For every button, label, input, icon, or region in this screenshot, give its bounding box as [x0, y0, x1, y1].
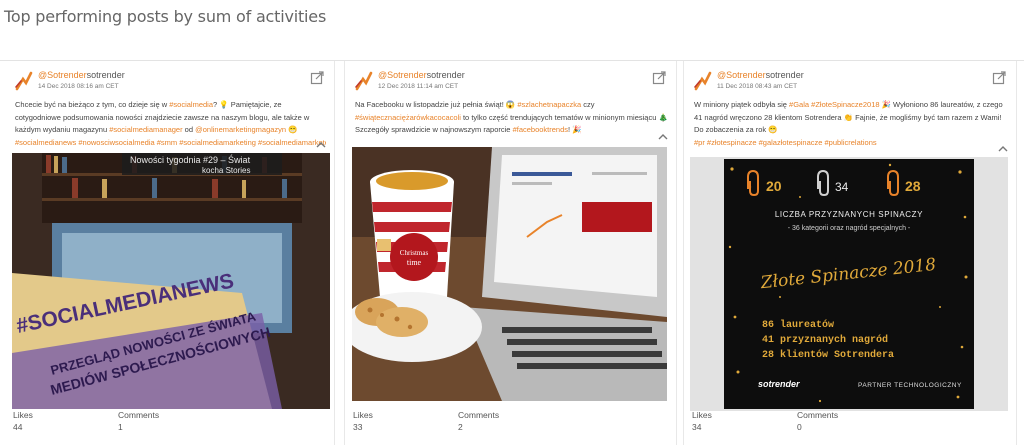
- post-text-part: Chcecie być na bieżąco z tym, co dzieje …: [15, 100, 170, 109]
- post-card: @Sotrendersotrender 11 Dec 2018 08:43 am…: [683, 61, 1017, 445]
- chevron-up-icon[interactable]: [998, 145, 1008, 153]
- comments-label: Comments: [797, 410, 839, 420]
- hashtags-line[interactable]: #socialmedianews #nowosciwsocialmedia #s…: [15, 137, 326, 150]
- post-header: @Sotrendersotrender 11 Dec 2018 08:43 am…: [692, 69, 1008, 95]
- likes-label: Likes: [353, 410, 373, 420]
- post-date: 11 Dec 2018 08:43 am CET: [717, 83, 798, 90]
- post-text: Chcecie być na bieżąco z tym, co dzieje …: [15, 99, 326, 149]
- image-number: 28: [905, 178, 921, 194]
- post-text-part: ! 🎉: [568, 125, 582, 134]
- page-title: Top performing posts by sum of activitie…: [4, 7, 327, 26]
- chevron-up-icon[interactable]: [316, 141, 326, 149]
- post-header: @Sotrendersotrender 12 Dec 2018 11:14 am…: [353, 69, 668, 95]
- post-text-part: od: [182, 125, 196, 134]
- post-image[interactable]: Christmas time: [352, 147, 667, 401]
- likes-count: 33: [353, 422, 363, 432]
- likes-count: 44: [13, 422, 23, 432]
- post-author[interactable]: @Sotrendersotrender: [38, 70, 125, 80]
- comments-stat: Comments 2: [458, 409, 499, 433]
- image-logo-text: sotrender: [758, 379, 800, 389]
- comments-count: 2: [458, 422, 463, 432]
- external-link-icon[interactable]: [992, 71, 1006, 85]
- post-image[interactable]: 20 34 28 LICZBA PRZYZNANYCH SPINACZY - 3…: [690, 157, 1008, 411]
- post-text: W miniony piątek odbyła się #Gala #Złote…: [694, 99, 1008, 149]
- image-caption: - 36 kategorii oraz nagród specjalnych -: [788, 225, 911, 232]
- post-stats: Likes 34 Comments 0: [692, 409, 1008, 439]
- image-stat-line: 41 przyznanych nagród: [762, 334, 888, 346]
- author-handle[interactable]: @Sotrender: [717, 70, 766, 80]
- author-name: sotrender: [86, 70, 125, 80]
- post-text: Na Facebooku w listopadzie już pełnia św…: [355, 99, 668, 137]
- post-date: 12 Dec 2018 11:14 am CET: [378, 83, 459, 90]
- chevron-up-icon[interactable]: [658, 133, 668, 141]
- sotrender-logo-icon: [694, 71, 712, 91]
- image-stat-line: 86 laureatów: [762, 319, 834, 331]
- comments-count: 1: [118, 422, 123, 432]
- likes-stat: Likes 44: [13, 409, 33, 433]
- external-link-icon[interactable]: [652, 71, 666, 85]
- cup-text: Christmas: [400, 249, 429, 257]
- image-stat-line: 28 klientów Sotrendera: [762, 349, 894, 361]
- hashtag-link[interactable]: #ZłoteSpinacze2018: [811, 100, 879, 109]
- author-name: sotrender: [765, 70, 804, 80]
- likes-count: 34: [692, 422, 702, 432]
- image-number: 34: [835, 180, 849, 194]
- likes-stat: Likes 33: [353, 409, 373, 433]
- image-partner-text: PARTNER TECHNOLOGICZNY: [858, 382, 962, 389]
- post-card: @Sotrendersotrender 12 Dec 2018 11:14 am…: [344, 61, 677, 445]
- hashtags-line[interactable]: #pr #złotespinacze #galazłotespinacze #p…: [694, 137, 1008, 150]
- comments-label: Comments: [118, 410, 160, 420]
- comments-stat: Comments 0: [797, 409, 838, 433]
- hashtag-link[interactable]: #facebooktrends: [513, 125, 568, 134]
- post-card: @Sotrendersotrender 14 Dec 2018 08:16 am…: [5, 61, 335, 445]
- post-stats: Likes 44 Comments 1: [13, 409, 326, 439]
- post-date: 14 Dec 2018 08:16 am CET: [38, 83, 119, 90]
- sotrender-logo-icon: [355, 71, 373, 91]
- comments-count: 0: [797, 422, 802, 432]
- likes-label: Likes: [13, 410, 33, 420]
- post-author[interactable]: @Sotrendersotrender: [717, 70, 804, 80]
- post-text-part: 😁: [286, 125, 298, 134]
- likes-label: Likes: [692, 410, 712, 420]
- image-banner-text: kocha Stories: [202, 166, 250, 175]
- hashtag-link[interactable]: #socialmedia: [169, 100, 213, 109]
- post-text-part: W miniony piątek odbyła się: [694, 100, 790, 109]
- hashtag-link[interactable]: #socialmediamanager: [109, 125, 182, 134]
- mention-link[interactable]: @onlinemarketingmagazyn: [195, 125, 286, 134]
- image-number: 20: [766, 178, 782, 194]
- image-caption: LICZBA PRZYZNANYCH SPINACZY: [775, 210, 923, 219]
- post-stats: Likes 33 Comments 2: [353, 409, 668, 439]
- comments-stat: Comments 1: [118, 409, 159, 433]
- likes-stat: Likes 34: [692, 409, 712, 433]
- author-name: sotrender: [426, 70, 465, 80]
- author-handle[interactable]: @Sotrender: [378, 70, 427, 80]
- sotrender-logo-icon: [15, 71, 33, 91]
- post-image[interactable]: Nowości tygodnia #29 – Świat kocha Stori…: [12, 153, 330, 409]
- post-text-part: Na Facebooku w listopadzie już pełnia św…: [355, 100, 518, 109]
- hashtag-link[interactable]: #Gala: [789, 100, 809, 109]
- hashtag-link[interactable]: #szlachetnapaczka: [517, 100, 581, 109]
- post-author[interactable]: @Sotrendersotrender: [378, 70, 465, 80]
- external-link-icon[interactable]: [310, 71, 324, 85]
- post-text-part: czy: [581, 100, 595, 109]
- cup-text: time: [407, 258, 422, 267]
- author-handle[interactable]: @Sotrender: [38, 70, 87, 80]
- post-header: @Sotrendersotrender 14 Dec 2018 08:16 am…: [13, 69, 326, 95]
- hashtag-link[interactable]: #świątecznaciężarówkacocacoli: [355, 113, 461, 122]
- image-banner-text: Nowości tygodnia #29 – Świat: [130, 154, 251, 165]
- comments-label: Comments: [458, 410, 500, 420]
